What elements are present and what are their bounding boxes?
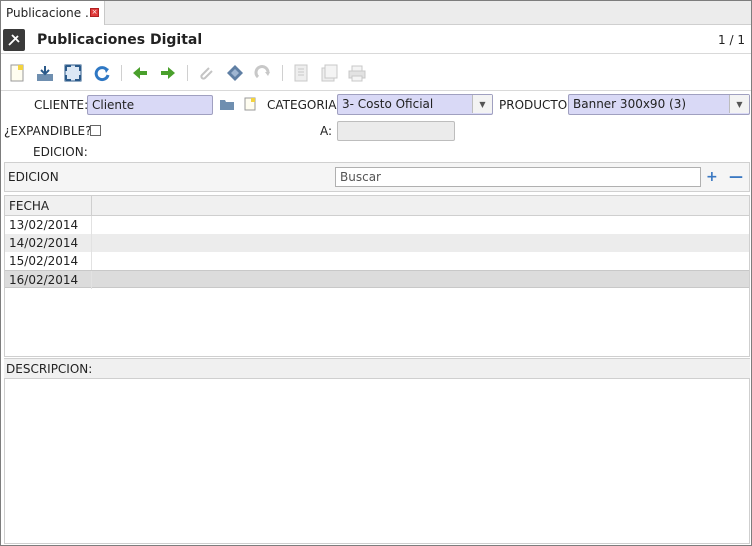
tab-publicaciones[interactable]: Publicacione ... ×: [1, 1, 105, 25]
edicion-grid: FECHA 13/02/2014 14/02/2014 15/02/2014 1…: [4, 195, 750, 357]
categoria-value: 3- Costo Oficial: [342, 97, 434, 111]
window: Publicacione ... × Publicaciones Digital…: [0, 0, 752, 546]
edicion-panel-label: EDICION: [8, 170, 59, 184]
cliente-label: CLIENTE:: [34, 98, 89, 112]
edicion-label: EDICION:: [33, 145, 88, 159]
new-icon[interactable]: [8, 64, 26, 82]
a-field[interactable]: [337, 121, 455, 141]
remove-icon[interactable]: —: [729, 169, 743, 185]
categoria-label: CATEGORIA:: [267, 98, 341, 112]
date-cell: 14/02/2014: [5, 234, 92, 252]
expandible-checkbox[interactable]: [90, 125, 101, 136]
date-cell: 16/02/2014: [5, 271, 92, 289]
toolbar-separator: [282, 65, 283, 81]
page-title: Publicaciones Digital: [37, 32, 203, 48]
tools-icon[interactable]: [3, 29, 25, 51]
a-label: A:: [320, 124, 333, 138]
grid-header: FECHA: [5, 196, 749, 216]
toolbar-separator: [121, 65, 122, 81]
producto-label: PRODUCTO:: [499, 98, 572, 112]
tab-strip: Publicacione ... ×: [1, 1, 751, 25]
archive-icon[interactable]: [320, 64, 338, 82]
report-icon[interactable]: [292, 64, 310, 82]
producto-select[interactable]: Banner 300x90 (3) ▼: [568, 94, 750, 115]
refresh-icon[interactable]: [93, 64, 111, 82]
previous-icon[interactable]: [131, 64, 149, 82]
attach-icon[interactable]: [197, 64, 215, 82]
window-header: Publicaciones Digital 1 / 1: [1, 26, 751, 54]
search-input[interactable]: Buscar: [335, 167, 701, 187]
folder-icon[interactable]: [220, 98, 234, 110]
edicion-panel: EDICION Buscar + —: [4, 162, 750, 192]
table-row[interactable]: 16/02/2014: [5, 270, 749, 289]
chevron-down-icon[interactable]: ▼: [729, 95, 749, 113]
toolbar-separator: [187, 65, 188, 81]
toolbar: [1, 55, 751, 91]
redo-icon[interactable]: [254, 64, 272, 82]
add-icon[interactable]: +: [706, 169, 718, 185]
save-icon[interactable]: [36, 64, 54, 82]
chevron-down-icon[interactable]: ▼: [472, 95, 492, 113]
record-pager: 1 / 1: [718, 33, 745, 47]
cliente-field[interactable]: Cliente: [87, 95, 213, 115]
next-icon[interactable]: [159, 64, 177, 82]
table-row[interactable]: 13/02/2014: [5, 216, 749, 234]
date-cell: 15/02/2014: [5, 252, 92, 270]
categoria-select[interactable]: 3- Costo Oficial ▼: [337, 94, 493, 115]
fullscreen-icon[interactable]: [64, 64, 82, 82]
producto-value: Banner 300x90 (3): [573, 97, 687, 111]
table-row[interactable]: 14/02/2014: [5, 234, 749, 252]
date-cell: 13/02/2014: [5, 216, 92, 234]
column-header-fecha[interactable]: FECHA: [5, 196, 92, 215]
descripcion-label: DESCRIPCION:: [4, 358, 750, 378]
table-row[interactable]: 15/02/2014: [5, 252, 749, 270]
new-record-icon[interactable]: [244, 97, 256, 111]
descripcion-textarea[interactable]: [4, 378, 750, 544]
expandible-label: ¿EXPANDIBLE?: [4, 124, 92, 138]
close-icon[interactable]: ×: [90, 8, 99, 17]
tab-label: Publicacione ...: [6, 6, 97, 20]
print-icon[interactable]: [348, 64, 366, 82]
zoom-icon[interactable]: [226, 64, 244, 82]
